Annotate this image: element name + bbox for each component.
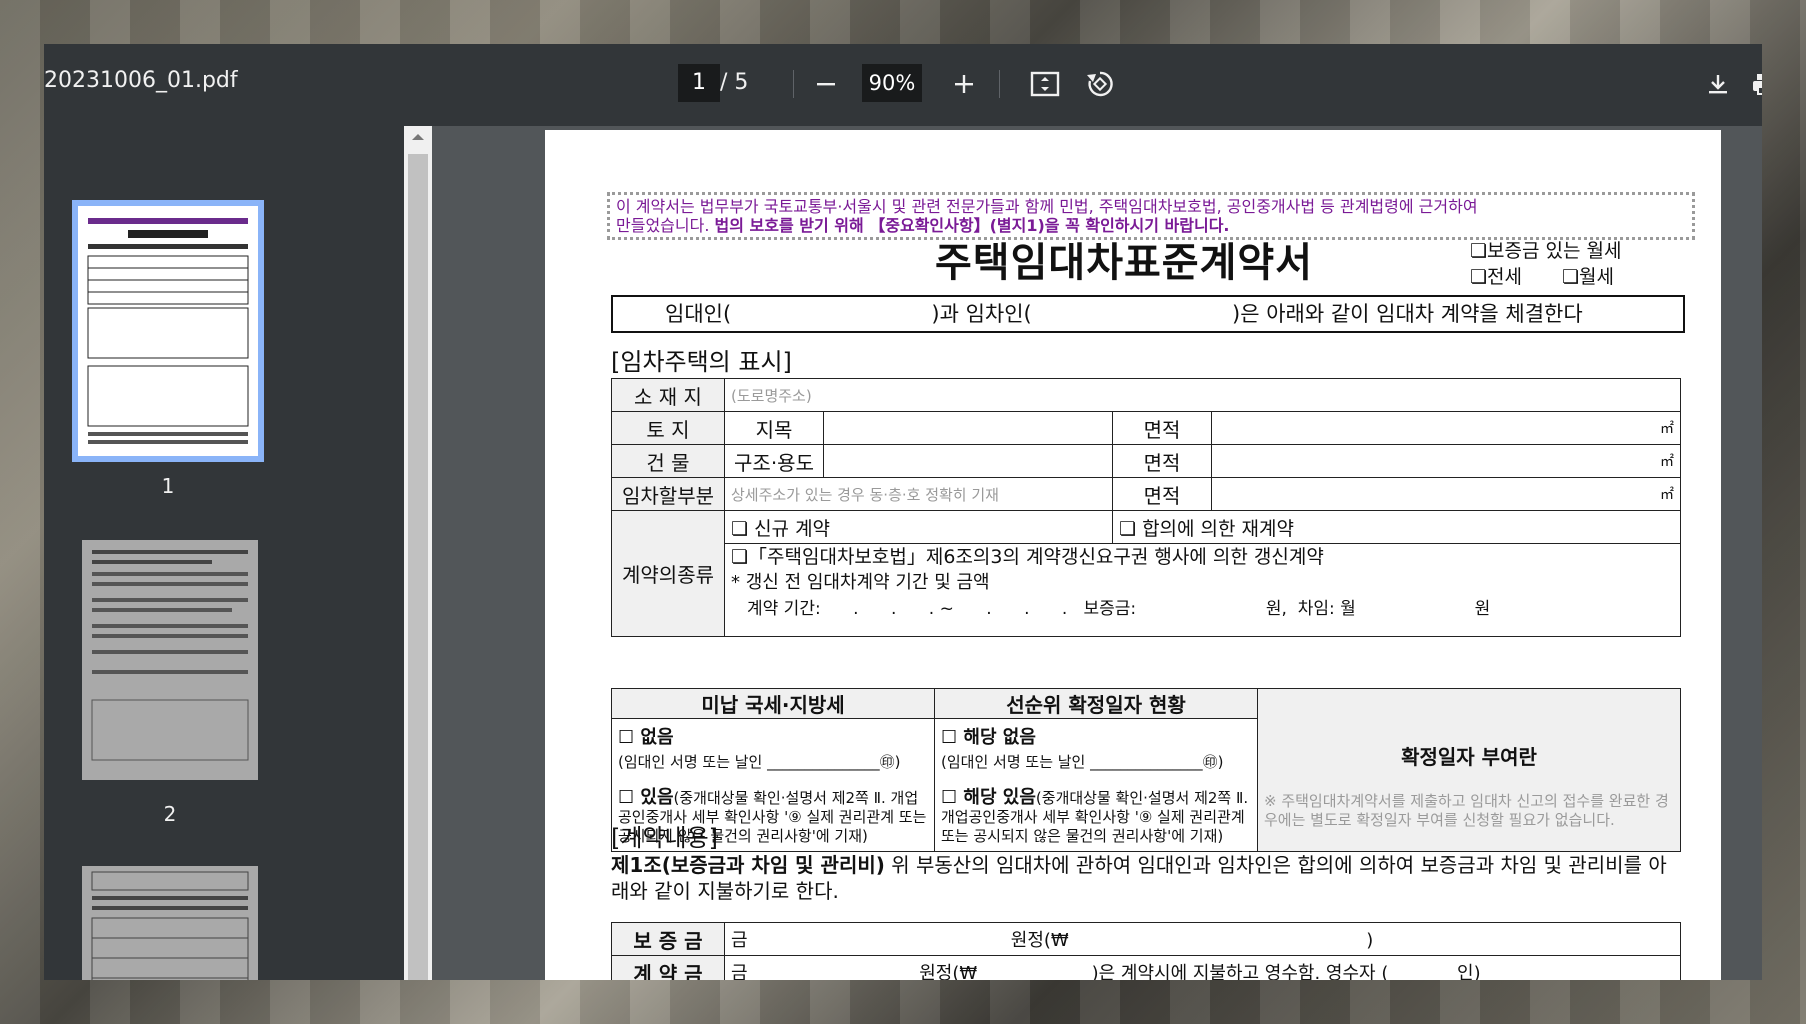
deposit-value: 금 원정(₩ ) xyxy=(724,922,1681,956)
scrollbar-thumb[interactable] xyxy=(408,154,428,980)
toolbar: 20231006_01.pdf 1 / 5 90% xyxy=(44,44,1762,126)
tax-none-option: ☐ 없음 xyxy=(618,727,674,748)
location-label: 소 재 지 xyxy=(611,378,725,412)
renewal-option: ❏「주택임대차보호법」제6조의3의 계약갱신요구권 행사에 의한 갱신계약 xyxy=(731,546,1324,568)
renewal-period-line: 계약 기간: . . . ~ . . . 보증금: 원, 차임: 월 원 xyxy=(747,599,1491,619)
parties-box: 임대인( )과 임차인( )은 아래와 같이 임대차 계약을 체결한다 xyxy=(611,295,1685,333)
thumbnail-page-number: 1 xyxy=(161,474,175,498)
building-area-label: 면적 xyxy=(1112,444,1212,478)
file-name: 20231006_01.pdf xyxy=(44,68,238,93)
leased-area-unit: ㎡ xyxy=(1211,477,1681,511)
section-heading-contract: [계약내용] xyxy=(611,824,719,852)
page-total: / 5 xyxy=(720,70,749,95)
land-category-label: 지목 xyxy=(724,411,824,445)
contract-type-new: ❏ 신규 계약 xyxy=(724,510,1113,544)
document-title: 주택임대차표준계약서 xyxy=(935,240,1313,286)
lease-type-deposit-monthly: ❏보증금 있는 월세 xyxy=(1470,240,1622,262)
payment-table: 보 증 금 금 원정(₩ ) 계 약 금 금 원정(₩)은 계약시에 지불하고… xyxy=(611,922,1681,980)
thumbnail-preview xyxy=(91,550,249,761)
location-placeholder: (도로명주소) xyxy=(724,378,1681,412)
down-payment-value: 금 원정(₩ )은 계약시에 지불하고 영수함. 영수자 ( 인) xyxy=(724,955,1681,980)
priority-date-header: 선순위 확정일자 현황 xyxy=(934,688,1258,719)
scroll-up-arrow-icon[interactable] xyxy=(404,126,432,148)
property-table: 소 재 지 (도로명주소) 토 지 지목 면적 ㎡ 건 물 구조·용도 면적 ㎡… xyxy=(611,378,1681,637)
toolbar-divider xyxy=(999,70,1000,98)
pdf-viewer-window: 20231006_01.pdf 1 / 5 90% 1 2 이 계약서는 법무부… xyxy=(44,44,1762,980)
plus-icon xyxy=(955,75,973,93)
lease-type-jeonse: ❏전세 xyxy=(1470,266,1522,288)
rotate-button[interactable] xyxy=(1080,64,1120,104)
fixed-date-cell: 확정일자 부여란 ※ 주택임대차계약서를 제출하고 임대차 신고의 접수를 완료… xyxy=(1257,688,1681,852)
lease-type-monthly: ❏월세 xyxy=(1562,266,1614,288)
deposit-label: 보 증 금 xyxy=(611,922,725,956)
land-label: 토 지 xyxy=(611,411,725,445)
page-thumbnail-2[interactable] xyxy=(82,540,258,780)
article-1: 제1조(보증금과 차임 및 관리비) 위 부동산의 임대차에 관하여 임대인과 … xyxy=(611,852,1681,904)
priority-exists-option: ☐ 해당 있음 xyxy=(941,787,1036,808)
sidebar-scrollbar[interactable] xyxy=(404,126,432,980)
section-heading-property: [임차주택의 표시] xyxy=(611,348,792,376)
building-area-unit: ㎡ xyxy=(1211,444,1681,478)
lease-type-options: ❏보증금 있는 월세 ❏전세 ❏월세 xyxy=(1470,238,1621,290)
zoom-level-input[interactable]: 90% xyxy=(862,64,922,102)
tax-sign-line: (임대인 서명 또는 날인 _______________㊞) xyxy=(618,753,901,771)
building-structure-value xyxy=(823,444,1113,478)
priority-date-cell: ☐ 해당 없음 (임대인 서명 또는 날인 _______________㊞) … xyxy=(934,718,1258,852)
leased-area-label: 면적 xyxy=(1112,477,1212,511)
parties-text: 임대인( )과 임차인( )은 아래와 같이 임대차 계약을 체결한다 xyxy=(665,302,1583,326)
building-structure-label: 구조·용도 xyxy=(724,444,824,478)
notice-line-1: 이 계약서는 법무부가 국토교통부·서울시 및 관련 전문가들과 함께 민법, … xyxy=(616,197,1478,216)
fit-page-icon xyxy=(1030,71,1060,97)
fixed-date-note: ※ 주택임대차계약서를 제출하고 임대차 신고의 접수를 완료한 경우에는 별도… xyxy=(1264,791,1669,829)
thumbnail-sidebar: 1 2 xyxy=(44,126,432,980)
priority-sign-line: (임대인 서명 또는 날인 _______________㊞) xyxy=(941,753,1224,771)
contract-type-label: 계약의종류 xyxy=(611,510,725,637)
renewal-previous-note: * 갱신 전 임대차계약 기간 및 금액 xyxy=(731,572,990,593)
page-number-input[interactable]: 1 xyxy=(678,64,720,102)
unpaid-tax-header: 미납 국세·지방세 xyxy=(611,688,935,719)
minus-icon xyxy=(817,83,835,86)
leased-part-placeholder: 상세주소가 있는 경우 동·층·호 정확히 기재 xyxy=(724,477,1113,511)
print-icon xyxy=(1753,74,1762,95)
fit-to-page-button[interactable] xyxy=(1025,64,1065,104)
leased-part-label: 임차할부분 xyxy=(611,477,725,511)
fixed-date-header: 확정일자 부여란 xyxy=(1401,744,1537,769)
download-button[interactable] xyxy=(1698,64,1738,104)
priority-none-option: ☐ 해당 없음 xyxy=(941,727,1036,748)
toolbar-divider xyxy=(793,70,794,98)
notice-line-2a: 만들었습니다. xyxy=(616,216,710,235)
rotate-icon xyxy=(1087,71,1113,97)
thumbnail-preview xyxy=(91,871,249,980)
land-area-unit: ㎡ xyxy=(1211,411,1681,445)
zoom-out-button[interactable] xyxy=(806,64,846,104)
tax-priority-table: 미납 국세·지방세 선순위 확정일자 현황 확정일자 부여란 ※ 주택임대차계약… xyxy=(611,688,1681,852)
print-button[interactable] xyxy=(1744,64,1762,104)
thumbnail-page-number: 2 xyxy=(163,802,177,826)
tax-exists-option: ☐ 있음 xyxy=(618,787,674,808)
building-label: 건 물 xyxy=(611,444,725,478)
page-thumbnail-3[interactable] xyxy=(82,866,258,980)
thumbnail-preview xyxy=(87,218,249,444)
pdf-page: 이 계약서는 법무부가 국토교통부·서울시 및 관련 전문가들과 함께 민법, … xyxy=(545,130,1721,980)
article-1-title: 제1조(보증금과 차임 및 관리비) xyxy=(611,853,885,877)
page-thumbnail-1[interactable] xyxy=(72,200,264,462)
land-area-label: 면적 xyxy=(1112,411,1212,445)
contract-type-renewal: ❏「주택임대차보호법」제6조의3의 계약갱신요구권 행사에 의한 갱신계약 * … xyxy=(724,543,1681,637)
land-category-value xyxy=(823,411,1113,445)
contract-type-reagreement: ❏ 합의에 의한 재계약 xyxy=(1112,510,1681,544)
zoom-in-button[interactable] xyxy=(944,64,984,104)
download-icon xyxy=(1709,75,1727,94)
down-payment-label: 계 약 금 xyxy=(611,955,725,980)
